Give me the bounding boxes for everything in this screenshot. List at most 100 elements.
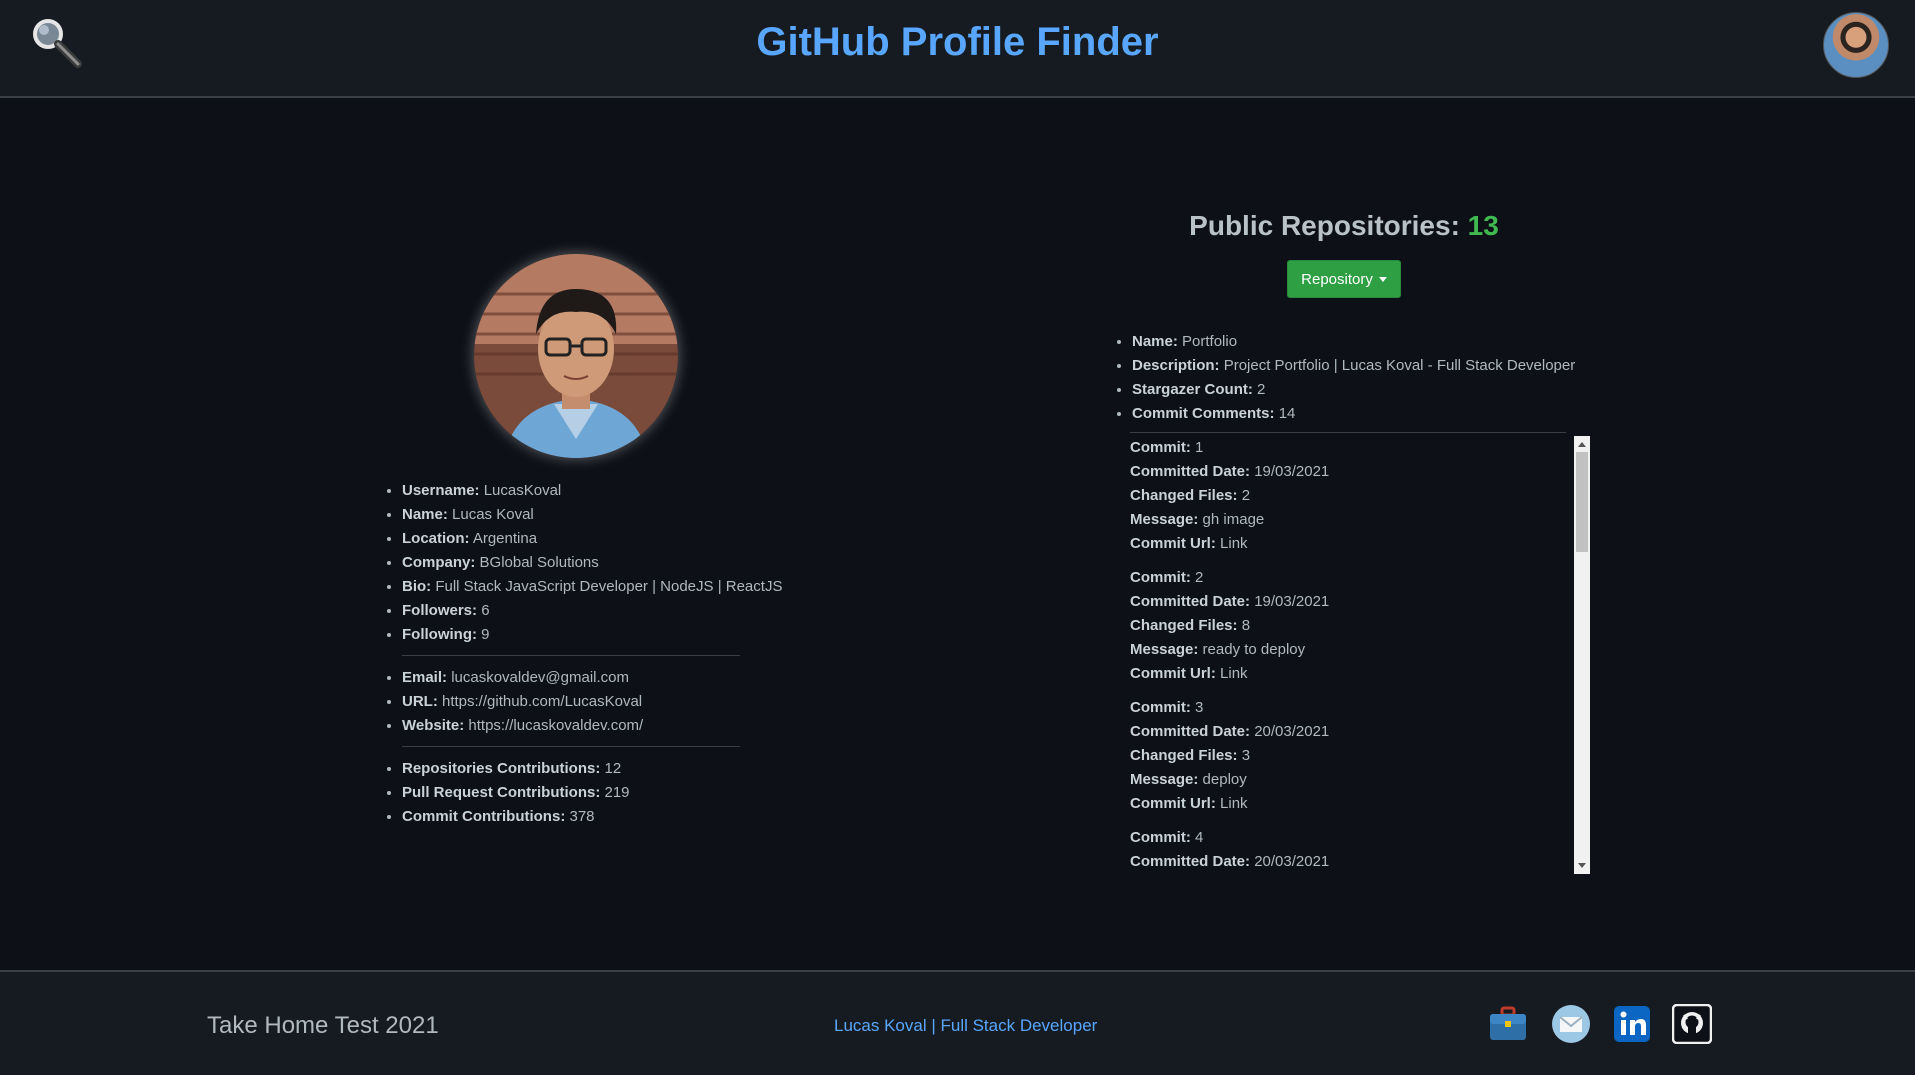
- profile-item-label: Bio:: [402, 578, 432, 595]
- repository-dropdown-button[interactable]: Repository: [1287, 260, 1401, 298]
- contribution-item-label: Pull Request Contributions:: [402, 784, 601, 801]
- contribution-item: Pull Request Contributions: 219: [402, 781, 802, 805]
- commit-message-row: Message: ready to deploy: [1130, 638, 1590, 662]
- scroll-thumb[interactable]: [1576, 452, 1588, 552]
- commit-url-row: Commit Url: Link: [1130, 662, 1590, 686]
- page-title: GitHub Profile Finder: [756, 20, 1159, 64]
- linkedin-icon[interactable]: [1612, 1004, 1652, 1044]
- profile-item-value: LucasKoval: [483, 482, 562, 499]
- commit-url-label: Commit Url:: [1130, 535, 1216, 552]
- commit-commit-label: Commit:: [1130, 829, 1191, 846]
- commit-date-row: Committed Date: 19/03/2021: [1130, 590, 1590, 614]
- footer-author-link[interactable]: Lucas Koval | Full Stack Developer: [834, 1016, 1097, 1036]
- commit-date-value: 19/03/2021: [1254, 463, 1330, 480]
- contact-item: URL: https://github.com/LucasKoval: [402, 690, 802, 714]
- commit-url-link[interactable]: Link: [1220, 795, 1248, 812]
- profile-item: Bio: Full Stack JavaScript Developer | N…: [402, 575, 802, 599]
- repo-detail-label: Description:: [1132, 357, 1220, 374]
- commit-message-value: gh image: [1202, 511, 1265, 528]
- contact-item-label: Email:: [402, 669, 448, 686]
- profile-item: Location: Argentina: [402, 527, 802, 551]
- commit-date-label: Committed Date:: [1130, 593, 1251, 610]
- contact-item-label: Website:: [402, 717, 465, 734]
- contribution-item-label: Repositories Contributions:: [402, 760, 601, 777]
- commit-files-row: Changed Files: 3: [1130, 744, 1590, 768]
- commit-files-label: Changed Files:: [1130, 487, 1238, 504]
- commit-message-row: Message: gh image: [1130, 508, 1590, 532]
- contribution-item-value: 12: [604, 760, 622, 777]
- commit-url-label: Commit Url:: [1130, 665, 1216, 682]
- commit-url-link[interactable]: Link: [1220, 535, 1248, 552]
- repo-detail-value: 14: [1278, 405, 1296, 422]
- commits-scrollbar[interactable]: [1574, 436, 1590, 874]
- repo-detail-label: Stargazer Count:: [1132, 381, 1253, 398]
- profile-item-value: Argentina: [472, 530, 538, 547]
- commit-commit-row: Commit: 4: [1130, 826, 1590, 850]
- commit-commit-value: 4: [1195, 829, 1204, 846]
- commit-url-link[interactable]: Link: [1220, 665, 1248, 682]
- profile-item: Username: LucasKoval: [402, 479, 802, 503]
- commit-message-label: Message:: [1130, 771, 1199, 788]
- repos-heading-label: Public Repositories:: [1189, 210, 1460, 241]
- profile-item-label: Followers:: [402, 602, 478, 619]
- commit-commit-row: Commit: 2: [1130, 566, 1590, 590]
- commit-entry: Commit: 3 Committed Date: 20/03/2021 Chang…: [1130, 696, 1590, 816]
- scroll-up-icon[interactable]: [1578, 442, 1586, 447]
- repos-heading: Public Repositories: 13: [1100, 210, 1588, 242]
- footer-bar: Take Home Test 2021 Lucas Koval | Full S…: [0, 970, 1915, 1075]
- avatar[interactable]: [1823, 12, 1889, 78]
- repo-detail: Description: Project Portfolio | Lucas K…: [1132, 354, 1612, 378]
- commit-date-row: Committed Date: 20/03/2021: [1130, 850, 1590, 874]
- commit-date-label: Committed Date:: [1130, 853, 1251, 870]
- commit-commit-label: Commit:: [1130, 569, 1191, 586]
- commit-files-row: Changed Files: 2: [1130, 484, 1590, 508]
- profile-item-label: Following:: [402, 626, 477, 643]
- repo-detail-label: Name:: [1132, 333, 1178, 350]
- commit-message-row: Message: deploy: [1130, 768, 1590, 792]
- profile-item: Name: Lucas Koval: [402, 503, 802, 527]
- profile-item-value: 6: [481, 602, 490, 619]
- commit-commit-value: 1: [1195, 439, 1204, 456]
- briefcase-icon[interactable]: [1488, 1004, 1528, 1044]
- commit-entry: Commit: 2 Committed Date: 19/03/2021 Chang…: [1130, 566, 1590, 686]
- repo-detail: Commit Comments: 14: [1132, 402, 1612, 426]
- mail-icon[interactable]: [1551, 1004, 1591, 1044]
- commit-date-value: 20/03/2021: [1254, 723, 1330, 740]
- profile-item-value: Full Stack JavaScript Developer | NodeJS…: [435, 578, 783, 595]
- commit-url-row: Commit Url: Link: [1130, 792, 1590, 816]
- commit-commit-label: Commit:: [1130, 439, 1191, 456]
- repo-detail: Name: Portfolio: [1132, 330, 1612, 354]
- contribution-item-value: 219: [604, 784, 630, 801]
- contact-item-value: https://lucaskovaldev.com/: [468, 717, 644, 734]
- commit-date-row: Committed Date: 19/03/2021: [1130, 460, 1590, 484]
- commit-commit-label: Commit:: [1130, 699, 1191, 716]
- profile-item-label: Location:: [402, 530, 470, 547]
- commit-files-row: Changed Files: 8: [1130, 614, 1590, 638]
- header-bar: GitHub Profile Finder: [0, 0, 1915, 98]
- repo-detail-value: 2: [1257, 381, 1266, 398]
- profile-item: Company: BGlobal Solutions: [402, 551, 802, 575]
- commit-url-row: Commit Url: Link: [1130, 532, 1590, 556]
- profile-item-label: Username:: [402, 482, 480, 499]
- repo-detail-value: Portfolio: [1182, 333, 1238, 350]
- contact-item: Website: https://lucaskovaldev.com/: [402, 714, 802, 738]
- contribution-item: Commit Contributions: 378: [402, 805, 802, 829]
- commit-message-value: ready to deploy: [1202, 641, 1306, 658]
- repo-detail: Stargazer Count: 2: [1132, 378, 1612, 402]
- github-icon[interactable]: [1671, 1003, 1713, 1045]
- profile-item-label: Company:: [402, 554, 476, 571]
- commit-files-label: Changed Files:: [1130, 747, 1238, 764]
- commits-list[interactable]: Commit: 1 Committed Date: 19/03/2021 Chang…: [1130, 436, 1590, 874]
- chevron-down-icon: [1378, 276, 1387, 282]
- commit-commit-value: 3: [1195, 699, 1204, 716]
- commit-entry: Commit: 1 Committed Date: 19/03/2021 Chang…: [1130, 436, 1590, 556]
- commit-url-label: Commit Url:: [1130, 795, 1216, 812]
- commit-date-value: 20/03/2021: [1254, 853, 1330, 870]
- repos-count: 13: [1467, 210, 1499, 241]
- contact-item-value: https://github.com/LucasKoval: [442, 693, 643, 710]
- scroll-down-icon[interactable]: [1578, 863, 1586, 868]
- repo-detail-label: Commit Comments:: [1132, 405, 1275, 422]
- profile-info: Username: LucasKovalName: Lucas KovalLoc…: [382, 479, 802, 829]
- commit-date-value: 19/03/2021: [1254, 593, 1330, 610]
- commit-commit-row: Commit: 3: [1130, 696, 1590, 720]
